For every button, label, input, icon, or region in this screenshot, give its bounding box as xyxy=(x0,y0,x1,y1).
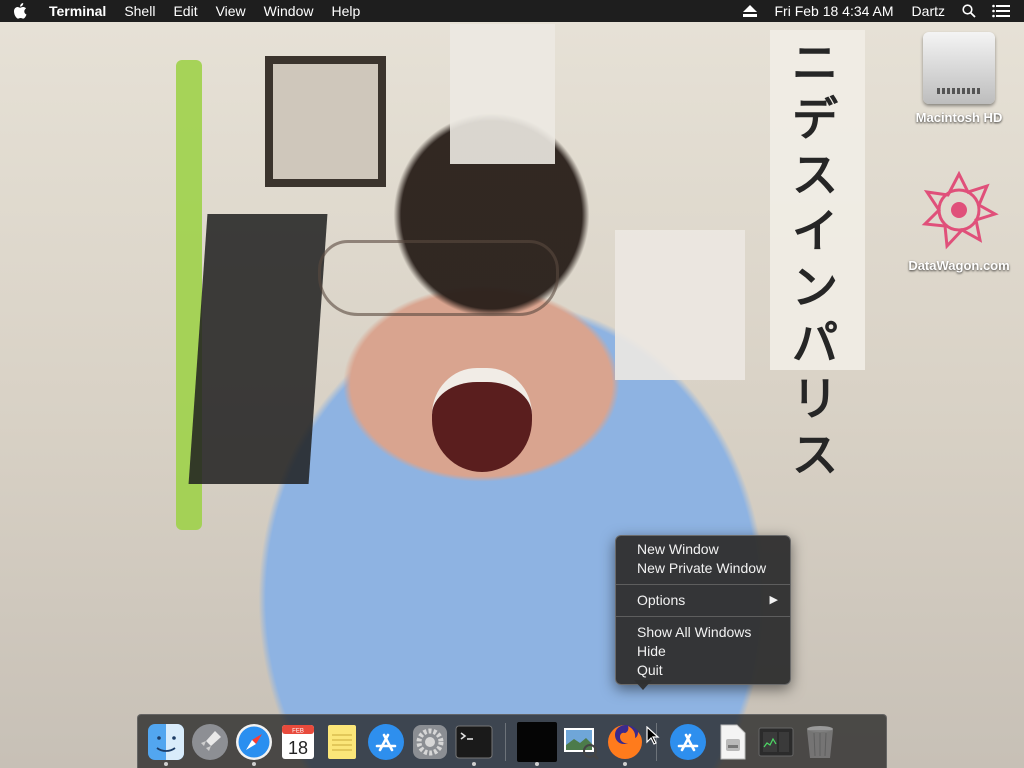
finder-icon xyxy=(148,723,184,760)
desktop-icon-macintosh-hd[interactable]: Macintosh HD xyxy=(904,32,1014,125)
dock-item-app-store[interactable] xyxy=(364,717,408,767)
dock-item-file-stack[interactable] xyxy=(710,717,754,767)
dock: FEB 18 xyxy=(137,714,887,768)
system-preferences-icon xyxy=(413,724,447,759)
trash-icon xyxy=(807,725,833,758)
dock-item-blank-app[interactable] xyxy=(515,717,559,767)
dock-item-app-store-download[interactable] xyxy=(666,717,710,767)
dock-item-firefox[interactable] xyxy=(603,717,647,767)
running-indicator xyxy=(535,761,539,766)
dock-item-finder[interactable] xyxy=(144,717,188,767)
file-stack-icon xyxy=(720,724,746,759)
wallpaper-dark-panel xyxy=(188,214,328,484)
menu-item-show-all-windows[interactable]: Show All Windows xyxy=(616,623,790,642)
menu-item-quit[interactable]: Quit xyxy=(616,661,790,680)
terminal-icon xyxy=(455,725,493,758)
activity-monitor-icon xyxy=(758,727,794,756)
running-indicator xyxy=(252,761,256,766)
app-store-icon xyxy=(368,723,404,760)
calendar-icon: FEB 18 xyxy=(282,724,314,759)
menu-shell[interactable]: Shell xyxy=(115,0,164,22)
desktop-icon-label: Macintosh HD xyxy=(915,110,1003,125)
safari-icon xyxy=(236,723,272,760)
spotlight-search-icon[interactable] xyxy=(954,0,984,22)
dock-item-trash[interactable] xyxy=(798,717,842,767)
notification-center-icon[interactable] xyxy=(984,0,1024,22)
mouse-cursor-icon xyxy=(646,726,660,745)
dock-item-preview[interactable] xyxy=(559,717,603,767)
calendar-day: 18 xyxy=(288,738,308,758)
firefox-icon xyxy=(608,724,642,759)
dock-item-launchpad[interactable] xyxy=(188,717,232,767)
menu-window[interactable]: Window xyxy=(255,0,323,22)
notes-icon xyxy=(328,724,356,759)
wallpaper-mouth xyxy=(432,368,532,472)
menu-item-new-private-window[interactable]: New Private Window xyxy=(616,559,790,578)
wallpaper-paper-note xyxy=(450,24,555,164)
dock-context-menu: New Window New Private Window Options ▶ … xyxy=(615,535,791,685)
desktop-icon-datawagon[interactable]: DataWagon.com xyxy=(904,168,1014,273)
menubar-user[interactable]: Dartz xyxy=(903,0,954,22)
desktop-icon-label: DataWagon.com xyxy=(908,258,1010,273)
desktop-wallpaper: ニデスインパリス xyxy=(0,0,1024,768)
calendar-month: FEB xyxy=(292,728,304,734)
app-menu-terminal[interactable]: Terminal xyxy=(40,0,115,22)
wallpaper-japanese-text: ニデスインパリス xyxy=(792,36,838,482)
launchpad-icon xyxy=(192,723,228,760)
wallpaper-glasses xyxy=(318,240,559,316)
menu-item-options[interactable]: Options ▶ xyxy=(616,591,790,610)
dock-item-calendar[interactable]: FEB 18 xyxy=(276,717,320,767)
eject-icon[interactable] xyxy=(735,0,765,22)
menu-view[interactable]: View xyxy=(207,0,255,22)
menu-edit[interactable]: Edit xyxy=(164,0,206,22)
menubar-clock[interactable]: Fri Feb 18 4:34 AM xyxy=(765,0,902,22)
menu-item-options-label: Options xyxy=(637,592,686,608)
menu-separator xyxy=(616,616,790,617)
submenu-arrow-icon: ▶ xyxy=(769,594,778,606)
menu-separator xyxy=(616,584,790,585)
context-menu-pointer xyxy=(634,680,652,690)
preview-icon xyxy=(564,727,599,760)
dock-item-activity-monitor[interactable] xyxy=(754,717,798,767)
dock-item-system-preferences[interactable] xyxy=(408,717,452,767)
menu-item-new-window[interactable]: New Window xyxy=(616,540,790,559)
running-indicator xyxy=(164,761,168,766)
wallpaper-picture-frame xyxy=(265,56,386,187)
dock-item-safari[interactable] xyxy=(232,717,276,767)
app-store-download-icon xyxy=(670,723,706,760)
wallpaper-paper-note xyxy=(615,230,745,380)
menu-item-hide[interactable]: Hide xyxy=(616,642,790,661)
running-indicator xyxy=(472,761,476,766)
menu-bar: Terminal Shell Edit View Window Help Fri… xyxy=(0,0,1024,22)
datawagon-icon xyxy=(921,170,999,250)
dock-separator xyxy=(505,722,506,761)
hard-drive-icon xyxy=(923,32,995,104)
dock-item-notes[interactable] xyxy=(320,717,364,767)
blank-app-icon xyxy=(517,721,557,762)
running-indicator xyxy=(623,761,627,766)
apple-menu-icon[interactable] xyxy=(0,3,40,19)
dock-item-terminal[interactable] xyxy=(452,717,496,767)
menu-help[interactable]: Help xyxy=(322,0,369,22)
